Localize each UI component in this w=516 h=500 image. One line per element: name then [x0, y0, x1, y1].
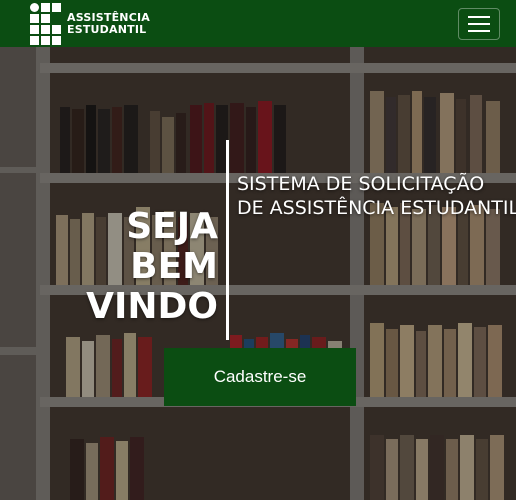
menu-toggle-button[interactable] [458, 7, 500, 40]
system-title-line-2: DE ASSISTÊNCIA ESTUDANTIL [237, 197, 516, 219]
vertical-divider [226, 140, 229, 340]
brand-line-2: ESTUDANTIL [67, 22, 147, 36]
brand-name: ASSISTÊNCIA ESTUDANTIL [67, 10, 150, 36]
system-title-line-1: SISTEMA DE SOLICITAÇÃO [237, 173, 485, 195]
welcome-line-2: BEM VINDO [86, 246, 218, 327]
system-title: SISTEMA DE SOLICITAÇÃO DE ASSISTÊNCIA ES… [237, 172, 516, 220]
top-navbar: ASSISTÊNCIA ESTUDANTIL [0, 0, 516, 47]
register-button[interactable]: Cadastre-se [164, 348, 356, 406]
hamburger-menu-icon [468, 15, 490, 18]
brand-link[interactable]: ASSISTÊNCIA ESTUDANTIL [30, 2, 150, 45]
if-logo-icon [30, 2, 61, 45]
welcome-heading: SEJA BEM VINDO [0, 207, 218, 327]
welcome-line-1: SEJA [126, 206, 218, 247]
brand-line-1: ASSISTÊNCIA [67, 10, 150, 24]
